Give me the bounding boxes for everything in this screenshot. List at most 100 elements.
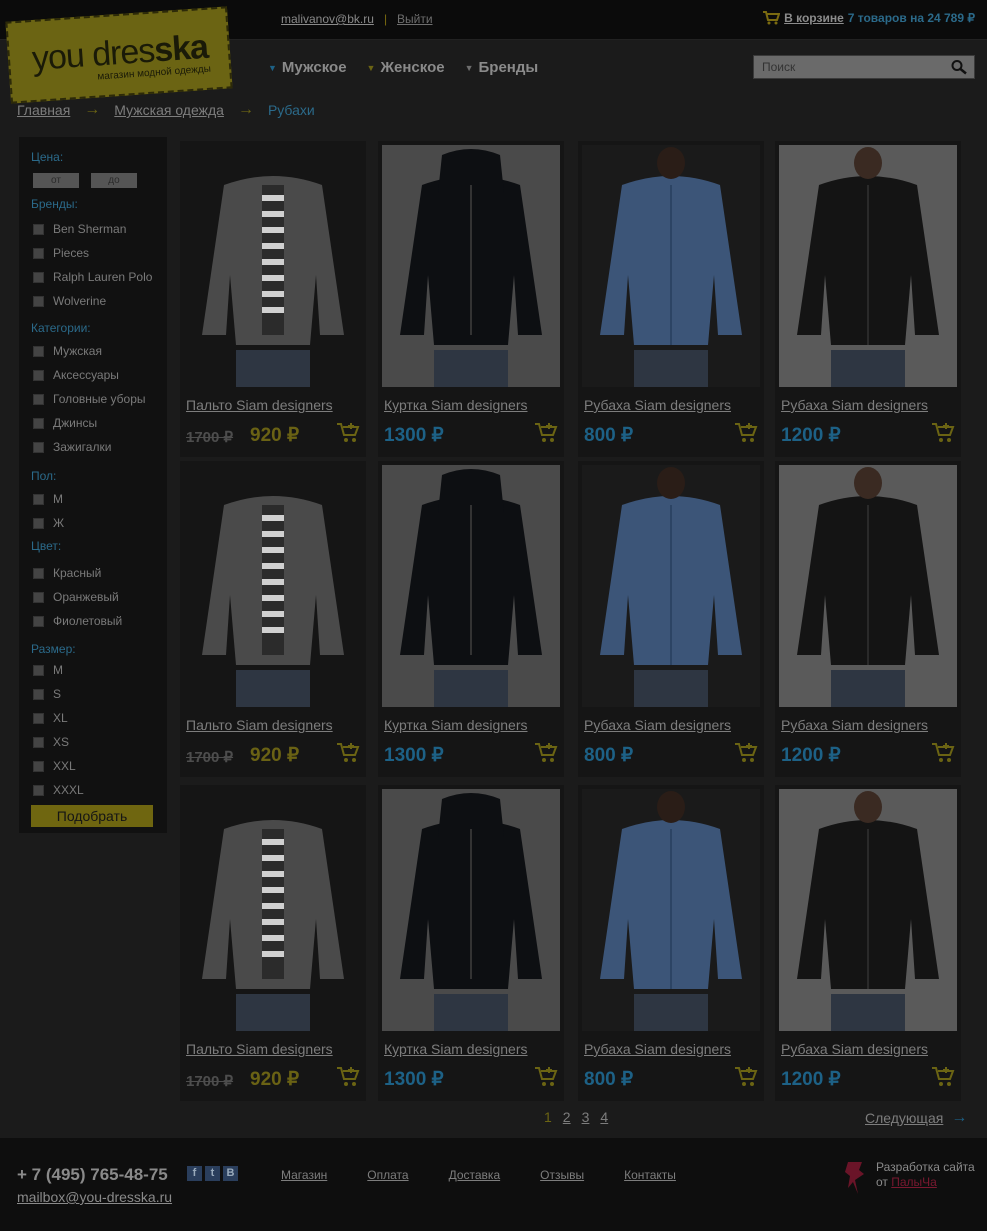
checkbox[interactable]: [33, 441, 44, 453]
page-link[interactable]: 3: [582, 1109, 590, 1125]
product-title[interactable]: Пальто Siam designers: [186, 717, 333, 733]
brand-checkbox[interactable]: Ralph Lauren Polo: [33, 270, 152, 284]
product-card[interactable]: Куртка Siam designers 1300 ₽: [378, 785, 564, 1101]
size-checkbox[interactable]: XS: [33, 735, 69, 749]
add-to-cart-icon[interactable]: [931, 421, 955, 445]
developer-link[interactable]: ПалыЧа: [891, 1175, 937, 1189]
footer-link-reviews[interactable]: Отзывы: [540, 1168, 584, 1182]
product-card[interactable]: Пальто Siam designers 1700 ₽ 920 ₽: [180, 141, 366, 457]
cart-link[interactable]: В корзине: [784, 11, 844, 25]
vkontakte-icon[interactable]: B: [223, 1166, 238, 1181]
product-title[interactable]: Рубаха Siam designers: [781, 397, 928, 413]
footer-email-link[interactable]: mailbox@you-dresska.ru: [17, 1189, 172, 1205]
breadcrumb-home[interactable]: Главная: [17, 102, 70, 118]
color-checkbox[interactable]: Фиолетовый: [33, 614, 122, 628]
checkbox[interactable]: [33, 369, 44, 381]
logout-link[interactable]: Выйти: [397, 12, 433, 26]
cart-summary[interactable]: В корзине 7 товаров на 24 789 ₽: [762, 10, 975, 25]
product-image[interactable]: [779, 789, 957, 1031]
product-title[interactable]: Куртка Siam designers: [384, 397, 528, 413]
category-checkbox[interactable]: Мужская: [33, 344, 102, 358]
checkbox[interactable]: [33, 417, 44, 429]
product-image[interactable]: [184, 465, 362, 707]
brand-checkbox[interactable]: Ben Sherman: [33, 222, 126, 236]
checkbox[interactable]: [33, 517, 44, 529]
checkbox[interactable]: [33, 760, 44, 772]
page-link[interactable]: 4: [600, 1109, 608, 1125]
product-title[interactable]: Рубаха Siam designers: [584, 717, 731, 733]
add-to-cart-icon[interactable]: [931, 741, 955, 765]
footer-link-contacts[interactable]: Контакты: [624, 1168, 676, 1182]
next-page-link[interactable]: Следующая →: [865, 1109, 967, 1127]
checkbox[interactable]: [33, 664, 44, 676]
checkbox[interactable]: [33, 712, 44, 724]
product-title[interactable]: Куртка Siam designers: [384, 1041, 528, 1057]
checkbox[interactable]: [33, 345, 44, 357]
product-image[interactable]: [582, 789, 760, 1031]
product-title[interactable]: Пальто Siam designers: [186, 1041, 333, 1057]
product-image[interactable]: [184, 789, 362, 1031]
add-to-cart-icon[interactable]: [336, 1065, 360, 1089]
add-to-cart-icon[interactable]: [734, 741, 758, 765]
category-checkbox[interactable]: Джинсы: [33, 416, 97, 430]
checkbox[interactable]: [33, 271, 44, 283]
size-checkbox[interactable]: XL: [33, 711, 68, 725]
page-link[interactable]: 2: [563, 1109, 571, 1125]
size-checkbox[interactable]: S: [33, 687, 61, 701]
product-card[interactable]: Куртка Siam designers 1300 ₽: [378, 461, 564, 777]
product-card[interactable]: Пальто Siam designers 1700 ₽ 920 ₽: [180, 461, 366, 777]
nav-item-women[interactable]: ▼ Женское: [367, 59, 445, 76]
search-icon[interactable]: [950, 59, 968, 75]
product-image[interactable]: [184, 145, 362, 387]
product-title[interactable]: Рубаха Siam designers: [584, 397, 731, 413]
add-to-cart-icon[interactable]: [931, 1065, 955, 1089]
add-to-cart-icon[interactable]: [336, 421, 360, 445]
product-card[interactable]: Рубаха Siam designers 800 ₽: [578, 141, 764, 457]
checkbox[interactable]: [33, 223, 44, 235]
footer-link-shop[interactable]: Магазин: [281, 1168, 327, 1182]
checkbox[interactable]: [33, 247, 44, 259]
category-checkbox[interactable]: Зажигалки: [33, 440, 111, 454]
checkbox[interactable]: [33, 736, 44, 748]
product-image[interactable]: [779, 145, 957, 387]
brand-checkbox[interactable]: Pieces: [33, 246, 89, 260]
product-image[interactable]: [779, 465, 957, 707]
add-to-cart-icon[interactable]: [734, 421, 758, 445]
product-title[interactable]: Рубаха Siam designers: [584, 1041, 731, 1057]
gender-checkbox[interactable]: Ж: [33, 516, 64, 530]
brand-checkbox[interactable]: Wolverine: [33, 294, 106, 308]
product-card[interactable]: Рубаха Siam designers 800 ₽: [578, 785, 764, 1101]
add-to-cart-icon[interactable]: [534, 741, 558, 765]
checkbox[interactable]: [33, 393, 44, 405]
size-checkbox[interactable]: M: [33, 663, 63, 677]
gender-checkbox[interactable]: М: [33, 492, 63, 506]
twitter-icon[interactable]: t: [205, 1166, 220, 1181]
user-email-link[interactable]: malivanov@bk.ru: [281, 12, 374, 26]
add-to-cart-icon[interactable]: [336, 741, 360, 765]
site-logo[interactable]: you dresska магазин модной одежды: [5, 6, 233, 104]
checkbox[interactable]: [33, 591, 44, 603]
category-checkbox[interactable]: Аксессуары: [33, 368, 119, 382]
page-link[interactable]: 1: [544, 1109, 552, 1125]
apply-filter-button[interactable]: Подобрать: [31, 805, 153, 827]
checkbox[interactable]: [33, 688, 44, 700]
product-card[interactable]: Рубаха Siam designers 800 ₽: [578, 461, 764, 777]
add-to-cart-icon[interactable]: [734, 1065, 758, 1089]
size-checkbox[interactable]: XXXL: [33, 783, 84, 797]
product-image[interactable]: [582, 465, 760, 707]
product-image[interactable]: [382, 789, 560, 1031]
category-checkbox[interactable]: Головные уборы: [33, 392, 146, 406]
product-title[interactable]: Пальто Siam designers: [186, 397, 333, 413]
checkbox[interactable]: [33, 784, 44, 796]
checkbox[interactable]: [33, 295, 44, 307]
price-to-input[interactable]: [91, 173, 137, 188]
footer-link-payment[interactable]: Оплата: [367, 1168, 408, 1182]
color-checkbox[interactable]: Оранжевый: [33, 590, 119, 604]
product-card[interactable]: Пальто Siam designers 1700 ₽ 920 ₽: [180, 785, 366, 1101]
product-card[interactable]: Рубаха Siam designers 1200 ₽: [775, 141, 961, 457]
product-title[interactable]: Куртка Siam designers: [384, 717, 528, 733]
price-from-input[interactable]: [33, 173, 79, 188]
search-input[interactable]: [754, 56, 944, 78]
product-image[interactable]: [382, 465, 560, 707]
product-card[interactable]: Рубаха Siam designers 1200 ₽: [775, 461, 961, 777]
